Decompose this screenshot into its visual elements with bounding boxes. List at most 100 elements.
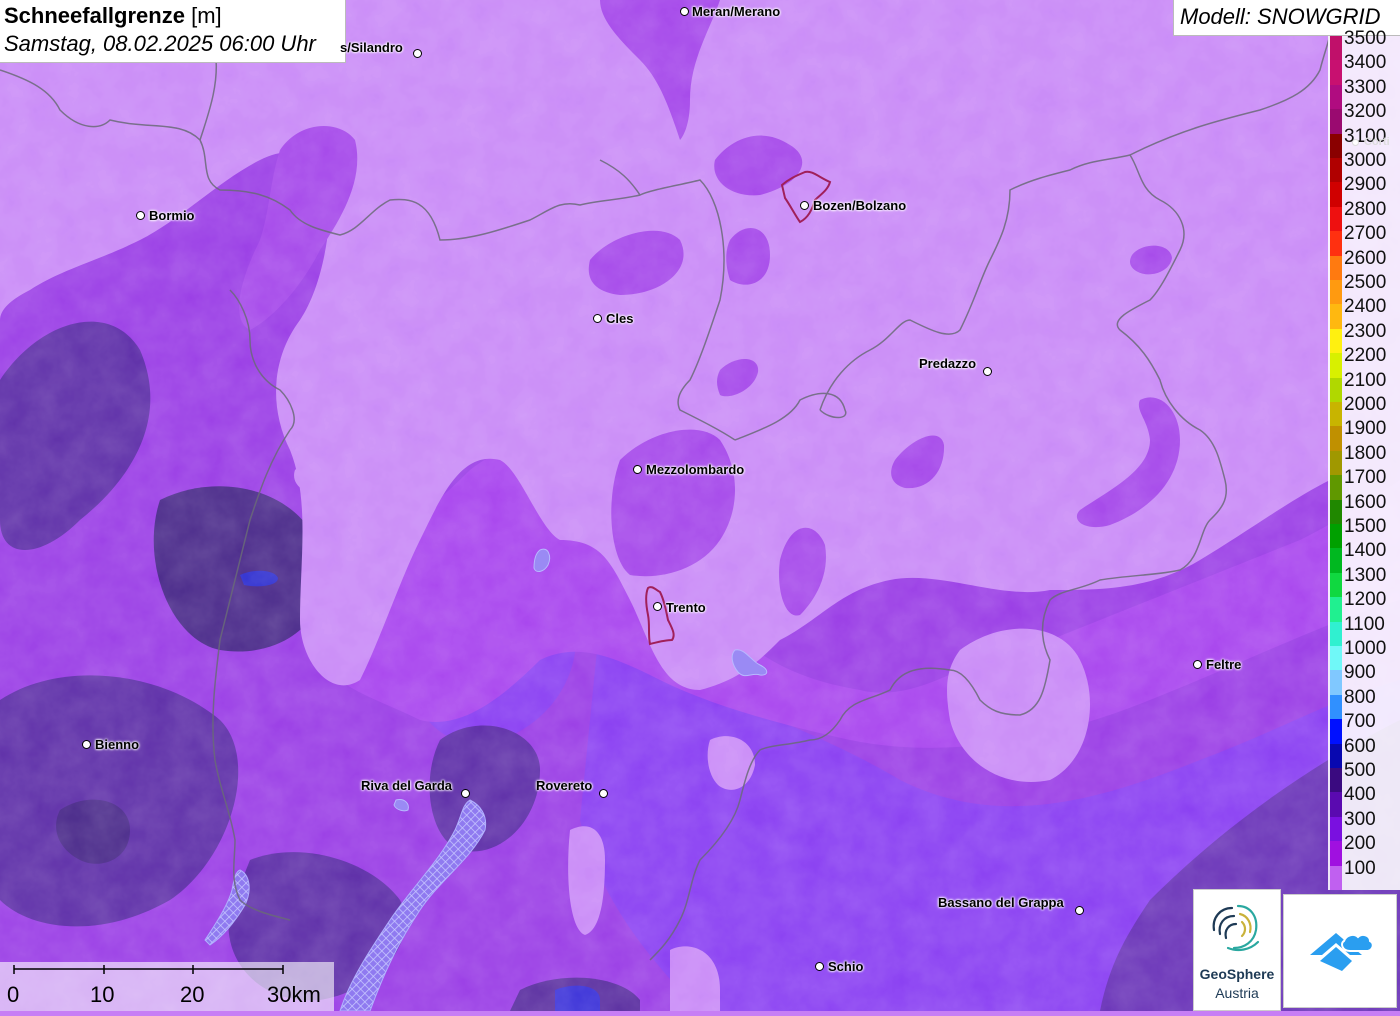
city-label-mezzolombardo[interactable]: Mezzolombardo: [646, 462, 744, 477]
legend-label: 3400: [1344, 52, 1387, 74]
city-label-trento[interactable]: Trento: [666, 600, 706, 615]
city-label-schio[interactable]: Schio: [828, 959, 863, 974]
legend-label: 2200: [1344, 345, 1387, 367]
map-datetime: Samstag, 08.02.2025 06:00 Uhr: [4, 31, 316, 56]
city-label-bassano[interactable]: Bassano del Grappa: [938, 895, 1064, 910]
legend-row: 2600: [1328, 246, 1400, 280]
legend-row: 2300: [1328, 319, 1400, 354]
legend-label: 1200: [1344, 589, 1387, 611]
legend-row: 2900: [1328, 172, 1400, 207]
scale-bar: 0 10 20 30km: [0, 962, 334, 1011]
legend-row: 300: [1328, 807, 1400, 842]
legend-row: 1400: [1328, 538, 1400, 573]
legend-label: 1500: [1344, 516, 1387, 537]
city-dot-cortina: [1352, 139, 1359, 146]
city-dot-bassano: [1075, 906, 1084, 915]
legend-row: 900: [1328, 660, 1400, 695]
city-dot-predazzo: [983, 367, 992, 376]
mountain-cloud-icon: [1310, 933, 1374, 971]
map-title: Schneefallgrenze [m]: [4, 3, 222, 28]
legend-label: 2400: [1344, 296, 1387, 318]
legend-row: 3200: [1328, 99, 1400, 134]
legend-label: 1400: [1344, 540, 1387, 562]
legend-row: 3000: [1328, 148, 1400, 183]
city-dot-mezzolombardo: [633, 465, 642, 474]
legend-label: 300: [1344, 808, 1376, 830]
legend-row: 700: [1328, 709, 1400, 744]
city-dot-silandro: [413, 49, 422, 58]
legend-label: 900: [1344, 662, 1376, 684]
city-label-bienno[interactable]: Bienno: [95, 737, 139, 752]
legend-label: 3000: [1344, 150, 1387, 171]
city-dot-bienno: [82, 740, 91, 749]
legend-row: 1300: [1328, 563, 1400, 598]
legend-row: 600: [1328, 734, 1400, 768]
legend-label: 1600: [1344, 491, 1387, 513]
snowgrid-logo[interactable]: [1283, 894, 1397, 1008]
legend-row: 1000: [1328, 636, 1400, 671]
legend-label: 2500: [1344, 272, 1387, 293]
scale-label-0: 0: [7, 982, 20, 1007]
legend-row: 1200: [1328, 587, 1400, 622]
city-dot-feltre: [1193, 660, 1202, 669]
legend-label: 2000: [1344, 394, 1387, 415]
city-label-meran[interactable]: Meran/Merano: [692, 4, 780, 19]
legend-row: 200: [1328, 831, 1400, 866]
map-title-box: Schneefallgrenze [m] Samstag, 08.02.2025…: [0, 0, 346, 63]
legend-row: 2200: [1328, 343, 1400, 378]
legend-label: 600: [1344, 735, 1376, 757]
legend-label: 500: [1344, 760, 1376, 781]
city-label-riva[interactable]: Riva del Garda: [361, 778, 452, 793]
geosphere-label-2: Austria: [1215, 985, 1259, 1001]
geosphere-emblem-icon: [1212, 904, 1260, 952]
city-dot-bormio: [136, 211, 145, 220]
legend-label: 100: [1344, 857, 1376, 879]
legend-row: 1900: [1328, 416, 1400, 451]
scale-label-10: 10: [90, 982, 115, 1007]
legend-label: 1700: [1344, 467, 1387, 489]
legend-row: 3400: [1328, 50, 1400, 85]
city-label-cles[interactable]: Cles: [606, 311, 633, 326]
geosphere-logo[interactable]: GeoSphere Austria: [1193, 889, 1281, 1011]
city-dot-cles: [593, 314, 602, 323]
legend-row: 2700: [1328, 221, 1400, 256]
legend-row: 2800: [1328, 197, 1400, 232]
legend-label: 3200: [1344, 101, 1387, 123]
city-label-bormio[interactable]: Bormio: [149, 208, 195, 223]
city-label-cortina[interactable]: Corti: [1364, 136, 1390, 148]
city-label-predazzo[interactable]: Predazzo: [919, 356, 976, 371]
snowline-map[interactable]: [0, 0, 1400, 1011]
legend-label: 400: [1344, 784, 1376, 806]
city-dot-bozen: [800, 201, 809, 210]
legend-label: 2300: [1344, 320, 1387, 342]
legend-row: 3300: [1328, 75, 1400, 110]
legend-swatch: [1330, 865, 1342, 890]
legend-label: 200: [1344, 833, 1376, 855]
legend-row: 1700: [1328, 465, 1400, 500]
legend-label: 1900: [1344, 418, 1387, 440]
legend-label: 1100: [1344, 613, 1385, 635]
scale-label-20: 20: [180, 982, 205, 1007]
legend-row: 3500: [1328, 26, 1400, 61]
city-label-feltre[interactable]: Feltre: [1206, 657, 1241, 672]
city-dot-rovereto: [599, 789, 608, 798]
legend-row: 100: [1328, 856, 1400, 890]
city-label-silandro[interactable]: s/Silandro: [340, 40, 403, 55]
legend-label: 1800: [1344, 442, 1387, 464]
city-dot-trento: [653, 602, 662, 611]
legend-row: 2500: [1328, 270, 1400, 305]
legend-row: 1100: [1328, 612, 1400, 646]
legend-row: 400: [1328, 782, 1400, 817]
legend-label: 1300: [1344, 564, 1387, 586]
legend-row: 500: [1328, 758, 1400, 793]
legend-row: 2400: [1328, 294, 1400, 329]
city-label-bozen[interactable]: Bozen/Bolzano: [813, 198, 906, 213]
city-label-rovereto[interactable]: Rovereto: [536, 778, 592, 793]
legend-label: 2900: [1344, 174, 1387, 196]
legend-label: 800: [1344, 686, 1376, 708]
legend-label: 3500: [1344, 28, 1387, 49]
legend-label: 2100: [1344, 369, 1387, 391]
legend-label: 2600: [1344, 247, 1387, 269]
legend-row: 2100: [1328, 368, 1400, 402]
legend-row: 1500: [1328, 514, 1400, 549]
